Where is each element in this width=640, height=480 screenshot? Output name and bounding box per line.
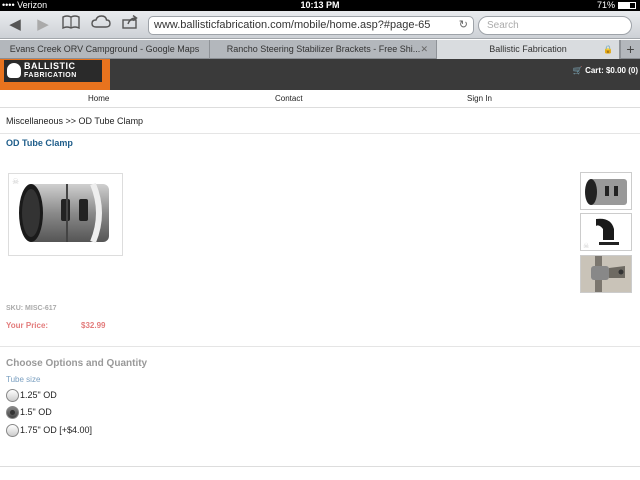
site-header: BALLISTIC FABRICATION 🛒 Cart: $0.00 (0)	[0, 59, 640, 90]
options-heading: Choose Options and Quantity	[6, 358, 148, 369]
close-tab-icon[interactable]: ✕	[420, 40, 428, 59]
radio-button[interactable]	[6, 424, 19, 438]
radio-button-selected[interactable]	[6, 406, 19, 420]
battery-percent: 71%	[596, 0, 615, 10]
svg-text:☠: ☠	[583, 242, 589, 250]
new-tab-plus-icon[interactable]: +	[620, 40, 640, 59]
skull-icon	[7, 63, 21, 78]
tab-label: Ballistic Fabrication	[489, 44, 567, 54]
reload-icon[interactable]: ↻	[459, 17, 468, 34]
nav-sign-in[interactable]: Sign In	[467, 94, 492, 103]
site-logo[interactable]: BALLISTIC FABRICATION	[0, 59, 110, 90]
product-main-image[interactable]: ☠	[8, 173, 123, 256]
tab-label: Rancho Steering Stabilizer Brackets - Fr…	[226, 44, 421, 54]
option-1-25-od[interactable]: 1.25" OD	[6, 389, 57, 403]
nav-contact[interactable]: Contact	[275, 94, 303, 103]
address-bar[interactable]: www.ballisticfabrication.com/mobile/home…	[148, 16, 474, 35]
product-title: OD Tube Clamp	[6, 138, 73, 148]
option-1-5-od[interactable]: 1.5" OD	[6, 406, 52, 420]
logo-text-1: BALLISTIC	[24, 61, 76, 71]
cart-link[interactable]: 🛒 Cart: $0.00 (0)	[573, 66, 638, 75]
option-label: 1.25" OD	[20, 390, 57, 400]
tab-google-maps[interactable]: Evans Creek ORV Campground - Google Maps	[0, 40, 210, 59]
divider	[0, 466, 640, 467]
clock: 10:13 PM	[300, 0, 340, 10]
cart-icon: 🛒	[572, 66, 583, 75]
option-label: 1.5" OD	[20, 407, 52, 417]
option-1-75-od[interactable]: 1.75" OD [+$4.00]	[6, 424, 92, 438]
url-text: www.ballisticfabrication.com/mobile/home…	[154, 19, 431, 31]
divider	[0, 133, 640, 134]
back-arrow-icon[interactable]: ◀	[4, 15, 26, 35]
nav-home[interactable]: Home	[88, 94, 109, 103]
site-nav: Home Contact Sign In	[0, 90, 640, 108]
lock-icon: 🔒	[603, 45, 613, 54]
option-label: 1.75" OD [+$4.00]	[20, 425, 92, 435]
tube-size-label: Tube size	[6, 375, 41, 384]
browser-toolbar: ◀ ▶ www.ballisticfabrication.com/mobile/…	[0, 11, 640, 39]
tab-label: Evans Creek ORV Campground - Google Maps	[9, 44, 200, 54]
breadcrumb[interactable]: Miscellaneous >> OD Tube Clamp	[6, 116, 143, 126]
share-icon[interactable]	[120, 14, 142, 35]
radio-button[interactable]	[6, 389, 19, 403]
logo-plate: BALLISTIC FABRICATION	[4, 60, 102, 82]
product-thumbnail-1[interactable]	[580, 172, 632, 210]
tab-bar: Evans Creek ORV Campground - Google Maps…	[0, 40, 640, 59]
tab-ballistic[interactable]: Ballistic Fabrication 🔒	[437, 40, 620, 59]
product-sku: SKU: MISC-617	[6, 305, 57, 312]
search-input[interactable]: Search	[478, 16, 632, 35]
cart-label: Cart: $0.00 (0)	[585, 66, 638, 75]
logo-text-2: FABRICATION	[24, 72, 77, 79]
icloud-tabs-icon[interactable]	[90, 15, 112, 35]
svg-text:☠: ☠	[12, 177, 19, 186]
battery-status: 71%	[597, 0, 636, 11]
product-thumbnail-3[interactable]	[580, 255, 632, 293]
price-label: Your Price:	[6, 321, 49, 330]
battery-icon	[618, 2, 636, 10]
divider	[0, 346, 640, 347]
forward-arrow-icon[interactable]: ▶	[32, 15, 54, 35]
bookmarks-book-icon[interactable]	[60, 15, 82, 35]
tab-rancho[interactable]: ✕ Rancho Steering Stabilizer Brackets - …	[211, 40, 437, 59]
price-value: $32.99	[81, 321, 106, 330]
product-thumbnail-2[interactable]: ☠	[580, 213, 632, 251]
ios-status-bar: •••• Verizon 10:13 PM 71%	[0, 0, 640, 11]
